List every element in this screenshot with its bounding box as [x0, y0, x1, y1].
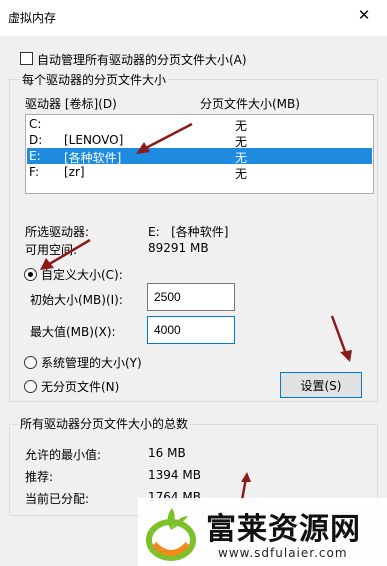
system-managed-label[interactable]: 系统管理的大小(Y)	[41, 354, 142, 371]
auto-manage-label[interactable]: 自动管理所有驱动器的分页文件大小(A)	[37, 51, 247, 68]
min-size-label: 允许的最小值:	[25, 448, 102, 462]
close-icon[interactable]: ✕	[341, 0, 387, 30]
annotation-arrow-icon	[136, 122, 193, 154]
drive-row-f[interactable]: F: [zr] 无	[27, 164, 372, 181]
auto-manage-checkbox[interactable]	[20, 52, 33, 65]
drive-letter: D:	[29, 133, 43, 147]
selected-drive-value: E: [各种软件]	[148, 225, 229, 239]
initial-size-label: 初始大小(MB)(I):	[30, 293, 123, 307]
watermark-title: 富莱资源网	[206, 512, 361, 547]
drive-label: [LENOVO]	[64, 133, 124, 147]
drive-letter: E:	[29, 149, 41, 163]
recommended-label: 推荐:	[25, 470, 54, 484]
drive-letter: C:	[29, 117, 42, 131]
no-paging-radio[interactable]	[24, 380, 37, 393]
drive-label: [zr]	[64, 165, 85, 179]
current-allocated-label: 当前已分配:	[25, 492, 90, 506]
initial-size-input[interactable]	[147, 283, 235, 311]
watermark-logo-icon	[146, 508, 196, 561]
per-drive-group-title: 每个驱动器的分页文件大小	[20, 71, 169, 88]
watermark-url: www.sdfulaier.com	[218, 546, 348, 560]
annotation-arrow-icon	[40, 238, 91, 270]
no-paging-label[interactable]: 无分页文件(N)	[41, 378, 119, 395]
window-title: 虚拟内存	[8, 11, 57, 25]
size-column-header: 分页文件大小(MB)	[200, 97, 300, 111]
set-button[interactable]: 设置(S)	[280, 372, 362, 398]
available-space-value: 89291 MB	[148, 241, 209, 255]
totals-group-title: 所有驱动器分页文件大小的总数	[18, 415, 191, 432]
min-size-value: 16 MB	[148, 446, 186, 460]
system-managed-radio[interactable]	[24, 356, 37, 369]
title-bar: 虚拟内存 ✕	[0, 0, 387, 36]
annotation-arrow-icon	[330, 315, 352, 362]
drive-size: 无	[235, 167, 248, 181]
max-size-input[interactable]	[147, 316, 235, 344]
drive-column-header: 驱动器 [卷标](D)	[25, 97, 117, 111]
recommended-value: 1394 MB	[148, 468, 201, 482]
watermark: 富莱资源网 www.sdfulaier.com	[138, 498, 387, 566]
drive-letter: F:	[29, 165, 40, 179]
max-size-label: 最大值(MB)(X):	[30, 325, 116, 339]
